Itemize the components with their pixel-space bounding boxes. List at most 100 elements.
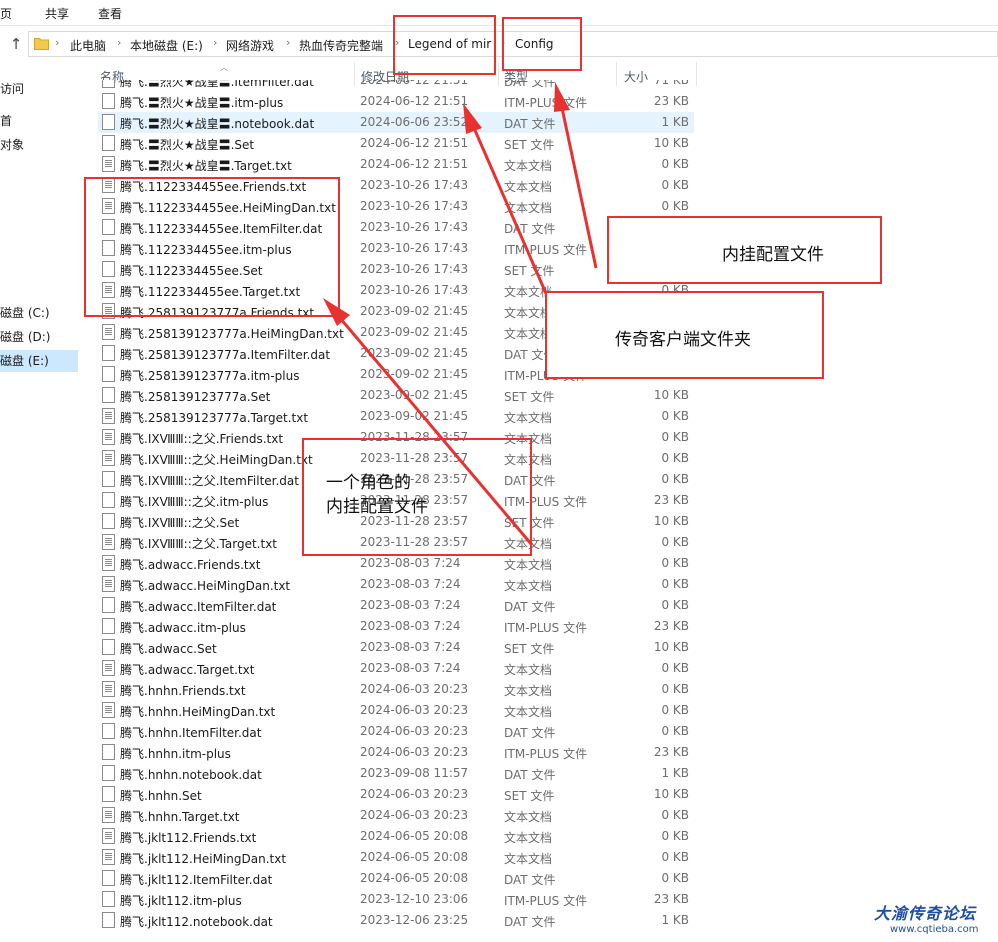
file-date: 2023-09-02 21:45	[360, 367, 469, 381]
file-type: SET 文件	[504, 138, 555, 152]
file-type: 文本文档	[504, 810, 553, 824]
file-row[interactable]: 腾飞.〓烈火★战皇〓.notebook.dat 2024-06-06 23:52 D…	[98, 112, 694, 133]
file-size: 0 KB	[661, 535, 689, 549]
file-date: 2024-06-12 21:51	[360, 136, 469, 150]
file-size: 23 KB	[653, 619, 689, 633]
text-document-icon	[102, 429, 115, 445]
file-date: 2023-12-06 23:25	[360, 913, 469, 927]
file-icon	[102, 597, 115, 613]
file-size: 0 KB	[661, 724, 689, 738]
file-date: 2023-10-26 17:43	[360, 178, 469, 192]
file-type: DAT 文件	[504, 222, 556, 236]
tab-view[interactable]: 查看	[98, 5, 122, 22]
file-row[interactable]: 腾飞.hnhn.Friends.txt 2024-06-03 20:23 文本文档 0…	[98, 679, 694, 700]
nav-item-3d-objects[interactable]: 对象	[0, 134, 24, 156]
file-row[interactable]: 腾飞.〓烈火★战皇〓.Target.txt 2024-06-12 21:51 文本文…	[98, 154, 694, 175]
file-row[interactable]: 腾飞.jklt112.Friends.txt 2024-06-05 20:08 文本…	[98, 826, 694, 847]
file-row[interactable]: 腾飞.adwacc.itm-plus 2023-08-03 7:24 ITM-PLU…	[98, 616, 694, 637]
file-row[interactable]: 腾飞.hnhn.Set 2024-06-03 20:23 SET 文件 10 KB	[98, 784, 694, 805]
file-icon	[102, 135, 115, 151]
file-name: 腾飞.〓烈火★战皇〓.Set	[120, 138, 255, 152]
file-date: 2023-10-26 17:43	[360, 241, 469, 255]
nav-item-label: 磁盘 (C:)	[0, 306, 50, 320]
role-config-label-2: 内挂配置文件	[326, 497, 428, 517]
config-highlight	[502, 17, 582, 71]
file-type: 文本文档	[504, 201, 553, 215]
file-row[interactable]: 腾飞.jklt112.notebook.dat 2023-12-06 23:25 D…	[98, 910, 694, 931]
file-date: 2023-08-03 7:24	[360, 619, 461, 633]
file-type: SET 文件	[504, 390, 555, 404]
plugin-config-callout: 内挂配置文件	[607, 216, 882, 284]
role-config-label-1: 一个角色的	[326, 473, 411, 493]
nav-item-quick-access[interactable]: 访问	[0, 78, 24, 100]
text-document-icon	[102, 534, 115, 550]
up-arrow-icon[interactable]: ↑	[6, 33, 26, 55]
file-row[interactable]: 腾飞.hnhn.HeiMingDan.txt 2024-06-03 20:23 文本…	[98, 700, 694, 721]
file-name: 腾飞.hnhn.itm-plus	[120, 747, 231, 761]
file-name: 腾飞.hnhn.Friends.txt	[120, 684, 246, 698]
file-row[interactable]: 腾飞.adwacc.Set 2023-08-03 7:24 SET 文件 10 KB	[98, 637, 694, 658]
breadcrumb-legend-full-client[interactable]: 热血传奇完整端	[299, 37, 383, 54]
role-files-highlight	[84, 177, 340, 317]
file-type: DAT 文件	[504, 80, 556, 89]
breadcrumb-this-pc[interactable]: 此电脑	[70, 37, 106, 54]
file-row[interactable]: 腾飞.258139123777a.Set 2023-09-02 21:45 SET …	[98, 385, 694, 406]
text-document-icon	[102, 576, 115, 592]
file-date: 2024-06-05 20:08	[360, 850, 469, 864]
file-date: 2023-10-26 17:43	[360, 220, 469, 234]
file-row[interactable]: 腾飞.258139123777a.Target.txt 2023-09-02 21…	[98, 406, 694, 427]
file-row[interactable]: 腾飞.〓烈火★战皇〓.Set 2024-06-12 21:51 SET 文件 10 K…	[98, 133, 694, 154]
file-icon	[102, 870, 115, 886]
file-type: DAT 文件	[504, 726, 556, 740]
nav-item-drive-e[interactable]: 磁盘 (E:)	[0, 350, 78, 372]
file-icon	[102, 744, 115, 760]
file-row[interactable]: 腾飞.hnhn.notebook.dat 2023-09-08 11:57 DAT …	[98, 763, 694, 784]
file-date: 2023-10-26 17:43	[360, 199, 469, 213]
file-row[interactable]: 腾飞.jklt112.ItemFilter.dat 2024-06-05 20:0…	[98, 868, 694, 889]
nav-item-drive-c[interactable]: 磁盘 (C:)	[0, 302, 50, 324]
file-row[interactable]: 腾飞.hnhn.ItemFilter.dat 2024-06-03 20:23 DA…	[98, 721, 694, 742]
breadcrumb-online-games[interactable]: 网络游戏	[226, 37, 274, 54]
file-size: 1 KB	[661, 115, 689, 129]
file-row[interactable]: 腾飞.jklt112.itm-plus 2023-12-10 23:06 ITM-P…	[98, 889, 694, 910]
file-date: 2023-09-02 21:45	[360, 346, 469, 360]
file-type: DAT 文件	[504, 768, 556, 782]
file-name: 腾飞.〓烈火★战皇〓.Target.txt	[120, 159, 292, 173]
file-row[interactable]: 腾飞.adwacc.Friends.txt 2023-08-03 7:24 文本文档…	[98, 553, 694, 574]
file-size: 0 KB	[661, 430, 689, 444]
file-type: DAT 文件	[504, 915, 556, 929]
file-row[interactable]: 腾飞.adwacc.ItemFilter.dat 2023-08-03 7:24 D…	[98, 595, 694, 616]
file-size: 10 KB	[653, 787, 689, 801]
file-row[interactable]: 腾飞.〓烈火★战皇〓.ItemFilter.dat 2024-06-12 21:5…	[98, 80, 694, 91]
file-date: 2023-09-02 21:45	[360, 325, 469, 339]
file-name: 腾飞.258139123777a.HeiMingDan.txt	[120, 327, 344, 341]
file-icon	[102, 765, 115, 781]
file-size: 0 KB	[661, 871, 689, 885]
tab-home[interactable]: 主页	[0, 5, 12, 22]
tab-share[interactable]: 共享	[45, 5, 69, 22]
file-size: 0 KB	[661, 682, 689, 696]
breadcrumb-drive-e[interactable]: 本地磁盘 (E:)	[130, 37, 203, 54]
file-type: 文本文档	[504, 411, 553, 425]
file-type: 文本文档	[504, 831, 553, 845]
client-folder-label: 传奇客户端文件夹	[615, 330, 751, 350]
file-row[interactable]: 腾飞.adwacc.HeiMingDan.txt 2023-08-03 7:24 文…	[98, 574, 694, 595]
plugin-config-label: 内挂配置文件	[722, 245, 824, 265]
text-document-icon	[102, 156, 115, 172]
sort-ascending-icon: ︿	[220, 63, 228, 72]
file-row[interactable]: 腾飞.adwacc.Target.txt 2023-08-03 7:24 文本文档 0…	[98, 658, 694, 679]
file-row[interactable]: 腾飞.〓烈火★战皇〓.itm-plus 2024-06-12 21:51 ITM-P…	[98, 91, 694, 112]
nav-item-drive-d[interactable]: 磁盘 (D:)	[0, 326, 50, 348]
nav-item-home[interactable]: 首	[0, 110, 12, 132]
file-size: 0 KB	[661, 808, 689, 822]
file-name: 腾飞.258139123777a.Set	[120, 390, 271, 404]
ribbon: 主页 共享 查看	[0, 0, 998, 26]
file-name: 腾飞.ⅠⅩⅧⅢ::之父.Friends.txt	[120, 432, 284, 446]
file-icon	[102, 366, 115, 382]
watermark-url: www.cqtieba.com	[890, 924, 979, 935]
file-name: 腾飞.hnhn.Set	[120, 789, 202, 803]
file-row[interactable]: 腾飞.hnhn.itm-plus 2024-06-03 20:23 ITM-PLUS…	[98, 742, 694, 763]
file-row[interactable]: 腾飞.hnhn.Target.txt 2024-06-03 20:23 文本文档 0 …	[98, 805, 694, 826]
text-document-icon	[102, 660, 115, 676]
file-row[interactable]: 腾飞.jklt112.HeiMingDan.txt 2024-06-05 20:0…	[98, 847, 694, 868]
